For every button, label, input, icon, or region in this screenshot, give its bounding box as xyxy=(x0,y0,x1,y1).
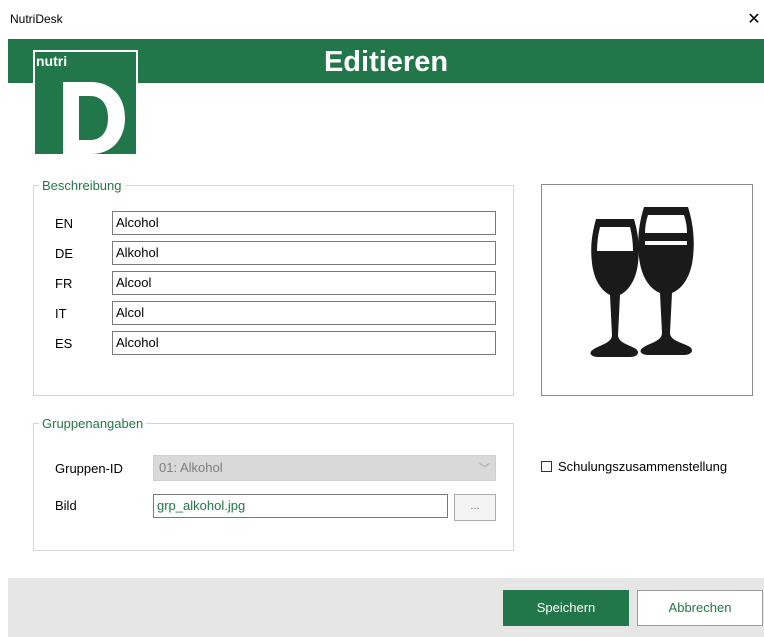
description-input-de[interactable]: Alkohol xyxy=(112,241,496,265)
lang-label-de: DE xyxy=(55,246,74,261)
image-label: Bild xyxy=(55,498,77,513)
close-button[interactable]: ✕ xyxy=(744,8,764,32)
image-filename-input[interactable]: grp_alkohol.jpg xyxy=(153,494,448,518)
training-checkbox-label[interactable]: Schulungszusammenstellung xyxy=(558,459,727,474)
save-button[interactable]: Speichern xyxy=(503,590,629,626)
lang-label-es: ES xyxy=(55,336,73,351)
lang-label-fr: FR xyxy=(55,276,73,291)
group-id-label: Gruppen-ID xyxy=(55,461,123,476)
training-checkbox[interactable] xyxy=(541,461,552,472)
wine-glasses-icon xyxy=(590,207,694,357)
cancel-button[interactable]: Abbrechen xyxy=(637,590,763,626)
group-info-group xyxy=(33,423,514,551)
description-input-es[interactable]: Alcohol xyxy=(112,331,496,355)
description-legend: Beschreibung xyxy=(39,178,125,193)
group-info-legend: Gruppenangaben xyxy=(39,416,147,431)
window-title: NutriDesk xyxy=(10,12,63,26)
chevron-down-icon: ﹀ xyxy=(479,463,490,475)
group-id-select[interactable]: 01: Alkohol xyxy=(153,455,496,481)
description-input-it[interactable]: Alcol xyxy=(112,301,496,325)
description-input-fr[interactable]: Alcool xyxy=(112,271,496,295)
group-picture xyxy=(541,184,753,396)
lang-label-it: IT xyxy=(55,306,67,321)
description-input-en[interactable]: Alcohol xyxy=(112,211,496,235)
logo-letter-d xyxy=(63,82,125,154)
title-bar xyxy=(0,0,764,39)
browse-button[interactable]: ... xyxy=(454,494,496,521)
lang-label-en: EN xyxy=(55,216,74,231)
